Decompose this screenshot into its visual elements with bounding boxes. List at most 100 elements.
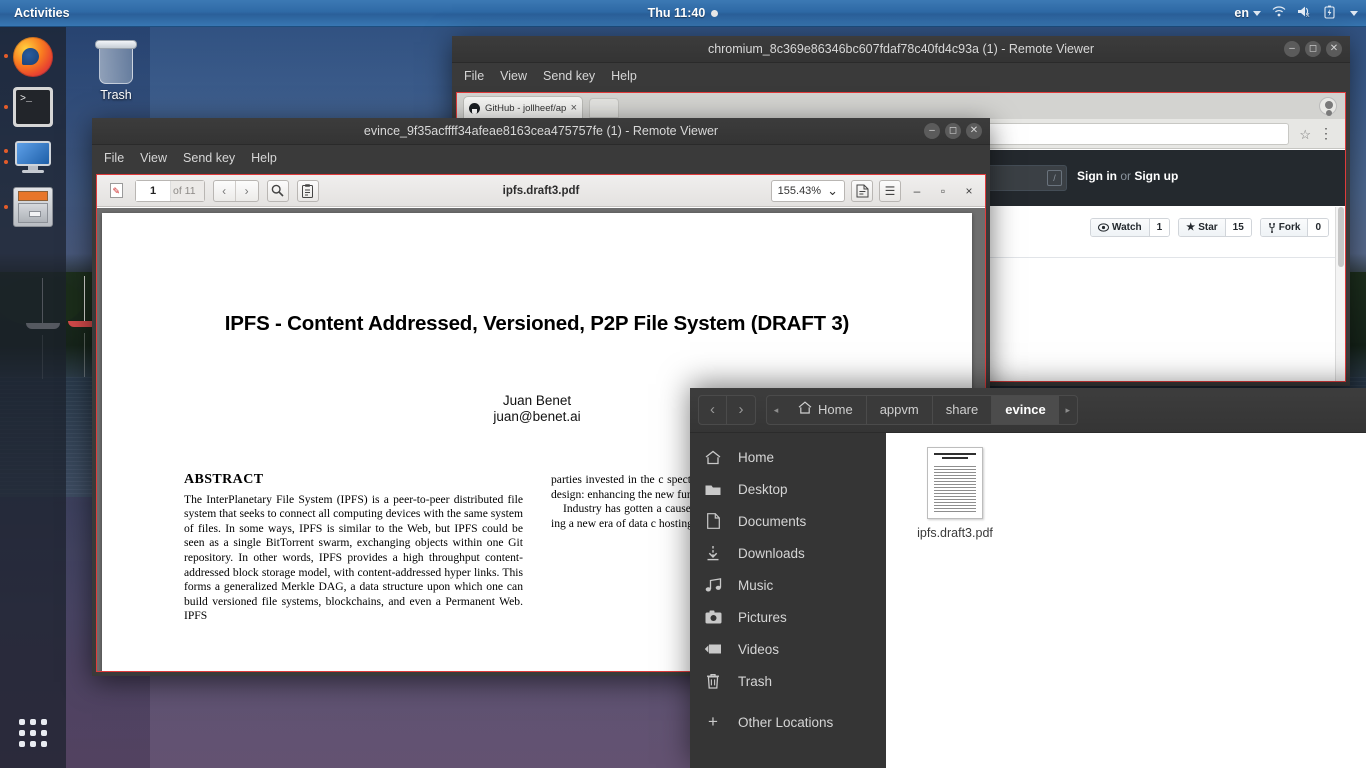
- sidebar-item-label: Trash: [738, 673, 773, 689]
- maximize-button[interactable]: ◻: [1305, 41, 1321, 57]
- navigation-buttons[interactable]: ‹ ›: [698, 395, 756, 425]
- menubar[interactable]: File View Send key Help: [92, 145, 990, 171]
- breadcrumb-scroll-left-icon[interactable]: ◂: [767, 405, 785, 416]
- sidebar-item-downloads[interactable]: Downloads: [690, 537, 886, 569]
- minimize-button[interactable]: –: [924, 123, 940, 139]
- camera-icon: [704, 610, 722, 624]
- sidebar-item-label: Desktop: [738, 481, 788, 497]
- show-applications-button[interactable]: [11, 711, 55, 755]
- star-button[interactable]: ★ Star 15: [1178, 218, 1252, 237]
- viewer-close-button[interactable]: ×: [959, 184, 979, 198]
- menu-help[interactable]: Help: [251, 151, 277, 165]
- breadcrumb-item-appvm[interactable]: appvm: [865, 396, 932, 424]
- close-button[interactable]: ✕: [1326, 41, 1342, 57]
- menubar[interactable]: File View Send key Help: [452, 63, 1350, 89]
- sidebar-item-desktop[interactable]: Desktop: [690, 473, 886, 505]
- window-titlebar[interactable]: evince_9f35acffff34afeae8163cea475757fe …: [92, 118, 990, 145]
- notification-dot: [711, 10, 719, 18]
- auth-or-text: or: [1117, 169, 1135, 183]
- evince-toolbar-right[interactable]: 155.43% ⌄ ☰ – ▫ ×: [770, 179, 979, 202]
- window-controls[interactable]: – ◻ ✕: [1284, 41, 1342, 57]
- menu-file[interactable]: File: [464, 69, 484, 83]
- dock-item-remote-viewer[interactable]: [13, 137, 53, 177]
- browser-menu-icon[interactable]: ⋮: [1319, 125, 1333, 141]
- sidebar-item-label: Videos: [738, 641, 780, 657]
- sidebar-item-home[interactable]: Home: [690, 441, 886, 473]
- breadcrumb-item-share[interactable]: share: [931, 396, 992, 424]
- clock[interactable]: Thu 11:40: [0, 6, 1366, 20]
- system-tray[interactable]: en x: [1234, 5, 1358, 22]
- sidebar-item-trash[interactable]: Trash: [690, 665, 886, 697]
- dock-item-firefox[interactable]: [13, 37, 53, 77]
- system-menu-caret-icon[interactable]: [1350, 10, 1358, 16]
- sign-up-link[interactable]: Sign up: [1134, 169, 1178, 183]
- menu-send-key[interactable]: Send key: [183, 151, 235, 165]
- profile-avatar[interactable]: [1319, 97, 1337, 115]
- viewer-maximize-button[interactable]: ▫: [933, 184, 953, 198]
- file-list-view[interactable]: ipfs.draft3.pdf: [886, 433, 1366, 768]
- window-titlebar[interactable]: chromium_8c369e86346bc607fdaf78c40fd4c93…: [452, 36, 1350, 63]
- forward-button[interactable]: ›: [727, 396, 755, 424]
- dock-item-terminal[interactable]: >_: [13, 87, 53, 127]
- browser-tabstrip[interactable]: GitHub - jollheef/app ×: [457, 93, 1345, 119]
- clock-label: Thu 11:40: [647, 6, 706, 20]
- breadcrumb-item-home[interactable]: Home: [785, 396, 866, 424]
- dock-item-file-manager[interactable]: [13, 187, 53, 227]
- svg-text:x: x: [1306, 12, 1310, 18]
- sidebar-item-documents[interactable]: Documents: [690, 505, 886, 537]
- gnome-top-bar: Activities Thu 11:40 en x: [0, 0, 1366, 27]
- star-count: 15: [1224, 219, 1251, 236]
- close-button[interactable]: ✕: [966, 123, 982, 139]
- minimize-button[interactable]: –: [1284, 41, 1300, 57]
- folder-icon: [704, 483, 722, 496]
- bookmark-star-icon[interactable]: ☆: [1299, 127, 1311, 143]
- menu-file[interactable]: File: [104, 151, 124, 165]
- volume-muted-icon[interactable]: x: [1297, 5, 1313, 21]
- viewer-minimize-button[interactable]: –: [907, 184, 927, 198]
- new-tab-button[interactable]: [589, 98, 619, 118]
- hamburger-menu-icon[interactable]: ☰: [879, 179, 901, 202]
- favorites-dock: >_: [0, 27, 66, 768]
- menu-help[interactable]: Help: [611, 69, 637, 83]
- watch-button[interactable]: Watch 1: [1090, 218, 1171, 237]
- page-scrollbar[interactable]: [1335, 207, 1345, 381]
- zoom-selector[interactable]: 155.43% ⌄: [770, 179, 845, 202]
- window-controls[interactable]: – ◻ ✕: [924, 123, 982, 139]
- evince-toolbar[interactable]: ✎ of 11 ‹ › ipfs.draft3.pdf: [97, 175, 985, 207]
- menu-view[interactable]: View: [140, 151, 167, 165]
- maximize-button[interactable]: ◻: [945, 123, 961, 139]
- view-mode-icon[interactable]: [851, 179, 873, 202]
- desktop-icon-trash[interactable]: Trash: [86, 38, 146, 102]
- window-title: evince_9f35acffff34afeae8163cea475757fe …: [363, 124, 719, 138]
- breadcrumb-scroll-right-icon[interactable]: ▸: [1059, 405, 1077, 416]
- chevron-down-icon[interactable]: ⌄: [827, 184, 838, 197]
- tab-close-icon[interactable]: ×: [571, 102, 577, 114]
- battery-icon[interactable]: [1324, 5, 1335, 22]
- sidebar-item-music[interactable]: Music: [690, 569, 886, 601]
- browser-tab[interactable]: GitHub - jollheef/app ×: [463, 96, 583, 119]
- sidebar-item-videos[interactable]: Videos: [690, 633, 886, 665]
- github-auth-links[interactable]: Sign in or Sign up: [1077, 169, 1178, 183]
- sign-in-link[interactable]: Sign in: [1077, 169, 1117, 183]
- menu-send-key[interactable]: Send key: [543, 69, 595, 83]
- sidebar-item-label: Documents: [738, 513, 807, 529]
- breadcrumb-item-evince[interactable]: evince: [991, 396, 1059, 424]
- trash-icon: [704, 673, 722, 689]
- sidebar-item-pictures[interactable]: Pictures: [690, 601, 886, 633]
- home-icon: [704, 450, 722, 465]
- wifi-icon[interactable]: [1272, 5, 1286, 21]
- back-button[interactable]: ‹: [699, 396, 727, 424]
- sidebar-item-other-locations[interactable]: + Other Locations: [690, 706, 886, 738]
- menu-view[interactable]: View: [500, 69, 527, 83]
- file-manager-headerbar[interactable]: ‹ › ◂ Home appvm share evince ▸: [690, 388, 1366, 433]
- watch-label: Watch: [1112, 222, 1142, 233]
- breadcrumb[interactable]: ◂ Home appvm share evince ▸: [766, 395, 1078, 425]
- music-icon: [704, 577, 722, 593]
- file-manager-window[interactable]: ‹ › ◂ Home appvm share evince ▸ Home Des…: [690, 388, 1366, 768]
- star-icon: ★: [1186, 222, 1196, 233]
- file-item[interactable]: ipfs.draft3.pdf: [900, 447, 1010, 541]
- star-label: Star: [1198, 222, 1218, 233]
- fork-button[interactable]: Fork 0: [1259, 218, 1329, 237]
- keyboard-layout-indicator[interactable]: en: [1234, 6, 1261, 20]
- github-repo-actions[interactable]: Watch 1 ★ Star 15 Fork 0: [1090, 218, 1329, 237]
